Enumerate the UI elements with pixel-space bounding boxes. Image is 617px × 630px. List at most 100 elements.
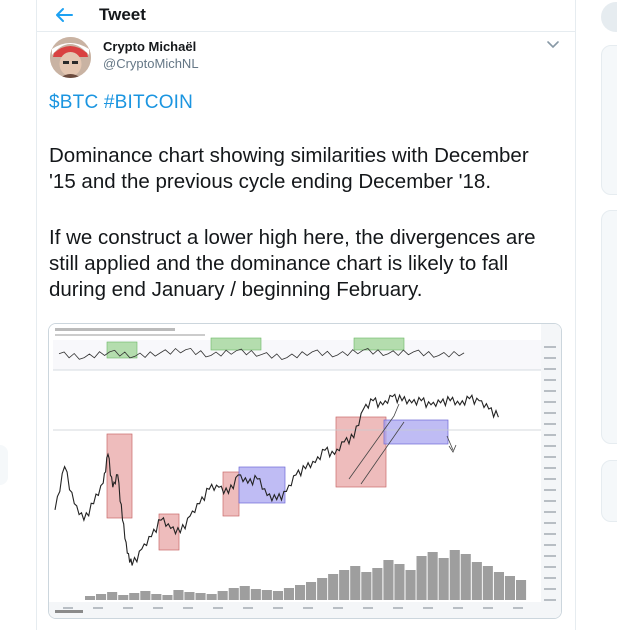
sidebar-avatar[interactable] (601, 2, 617, 32)
date-tick-label (393, 607, 403, 609)
volume-bar (195, 593, 206, 600)
volume-bar (493, 572, 504, 600)
red-highlight-box (335, 416, 387, 488)
price-tick-label (544, 423, 556, 425)
volume-bar (85, 596, 96, 600)
tradingview-logo (55, 610, 83, 613)
volume-bar (427, 552, 438, 600)
volume-bar (306, 582, 317, 600)
volume-bar (350, 566, 361, 600)
date-tick-label (153, 607, 163, 609)
volume-bar (317, 578, 328, 600)
oscillator-highlight-box (353, 337, 405, 351)
volume-bar (394, 564, 405, 600)
chart-svg (49, 324, 561, 618)
volume-bar (118, 595, 129, 600)
price-tick-label (544, 346, 556, 348)
price-tick-label (544, 445, 556, 447)
price-tick-label (544, 599, 556, 601)
arrow-left-icon (56, 8, 73, 22)
volume-bar (516, 580, 527, 600)
chart-header-text (55, 328, 175, 331)
price-tick-label (544, 401, 556, 403)
cashtag-link[interactable]: $BTC (49, 92, 98, 113)
volume-bar (162, 595, 173, 600)
volume-bar (361, 572, 372, 600)
volume-bar (250, 589, 261, 600)
date-axis (49, 602, 541, 618)
volume-bar (482, 566, 493, 600)
price-tick-label (544, 544, 556, 546)
volume-bar (184, 592, 195, 600)
oscillator-highlight-box (210, 337, 262, 351)
more-options-button[interactable] (544, 36, 562, 54)
price-tick-label (544, 522, 556, 524)
date-tick-label (333, 607, 343, 609)
date-tick-label (63, 607, 73, 609)
volume-bar (261, 590, 272, 600)
date-tick-label (303, 607, 313, 609)
tweet-text-line: still applied and the dominance chart is… (49, 252, 509, 275)
price-tick-label (544, 368, 556, 370)
volume-bar (416, 556, 427, 600)
volume-bar (107, 592, 118, 600)
volume-bar (96, 594, 107, 600)
volume-bar (140, 591, 151, 600)
chevron-down-icon (547, 41, 559, 49)
date-tick-label (93, 607, 103, 609)
back-button[interactable] (53, 4, 75, 26)
volume-bar (372, 568, 383, 600)
volume-bar (217, 591, 228, 600)
tweet-text-line: during end January / beginning February. (49, 278, 423, 301)
price-tick-label (544, 511, 556, 513)
author-name[interactable]: Crypto Michaël (103, 39, 196, 54)
price-tick-label (544, 456, 556, 458)
date-tick-label (123, 607, 133, 609)
price-tick-label (544, 467, 556, 469)
oscillator-highlight-box (106, 341, 138, 359)
date-tick-label (423, 607, 433, 609)
price-tick-label (544, 555, 556, 557)
tweet-column: Tweet Crypto Michaël @CryptoMichNL $BTC … (36, 0, 576, 630)
tweet-chart-image[interactable] (48, 323, 562, 619)
sidebar-card (601, 210, 617, 444)
author-handle[interactable]: @CryptoMichNL (103, 56, 199, 71)
volume-bar (460, 554, 471, 600)
avatar-image (50, 37, 91, 78)
avatar[interactable] (50, 37, 91, 78)
date-tick-label (363, 607, 373, 609)
price-tick-label (544, 379, 556, 381)
price-tick-label (544, 566, 556, 568)
volume-bar (328, 574, 339, 600)
volume-bar (471, 562, 482, 600)
date-tick-label (483, 607, 493, 609)
date-tick-label (183, 607, 193, 609)
volume-bar (206, 594, 217, 600)
page-title: Tweet (99, 5, 146, 24)
price-tick-label (544, 500, 556, 502)
blue-highlight-box (383, 419, 449, 445)
date-tick-label (453, 607, 463, 609)
volume-bar (151, 594, 162, 600)
background-card (0, 445, 8, 485)
price-tick-label (544, 412, 556, 414)
volume-bar (449, 550, 460, 600)
volume-bar (339, 570, 350, 600)
price-tick-label (544, 390, 556, 392)
price-tick-label (544, 489, 556, 491)
price-tick-label (544, 577, 556, 579)
price-tick-label (544, 434, 556, 436)
chart-subheader-text (55, 334, 205, 336)
date-tick-label (513, 607, 523, 609)
price-tick-label (544, 478, 556, 480)
volume-bar (504, 576, 515, 600)
tweet-text-line: '15 and the previous cycle ending Decemb… (49, 170, 492, 193)
hashtag-link[interactable]: #BITCOIN (104, 92, 193, 113)
volume-bar (272, 591, 283, 600)
date-tick-label (213, 607, 223, 609)
volume-bar (173, 590, 184, 600)
red-highlight-box (222, 471, 240, 517)
price-tick-label (544, 357, 556, 359)
tweet-header: Tweet (37, 0, 575, 32)
volume-bar (228, 588, 239, 600)
